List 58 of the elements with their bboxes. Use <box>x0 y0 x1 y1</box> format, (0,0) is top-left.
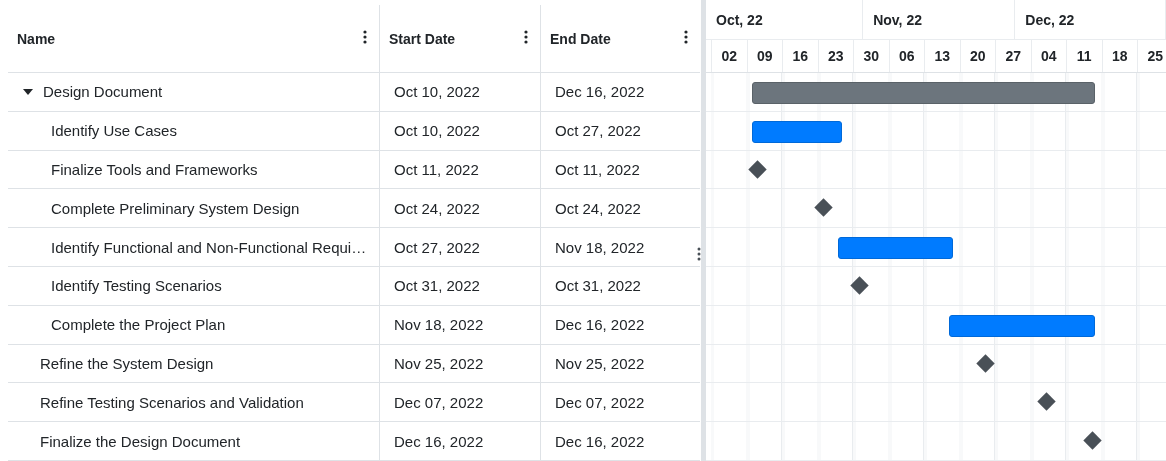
column-header: Start Date <box>389 30 456 47</box>
month-label: Oct, 22 <box>716 11 763 28</box>
start-date: Oct 31, 2022 <box>394 277 480 295</box>
week-label: 18 <box>1111 48 1128 65</box>
task-name: Complete the Project Plan <box>51 316 226 334</box>
task-name: Identify Use Cases <box>51 122 177 140</box>
week-label: 06 <box>898 48 915 65</box>
task-bar[interactable] <box>949 314 1096 337</box>
task-bar[interactable] <box>837 237 954 260</box>
summary-bar[interactable] <box>751 82 1096 105</box>
end-date: Nov 18, 2022 <box>555 238 645 256</box>
column-header: End Date <box>550 30 611 47</box>
week-label: 02 <box>721 48 738 65</box>
start-date: Oct 27, 2022 <box>394 238 480 256</box>
splitter-grip-icon[interactable] <box>697 246 701 262</box>
week-label: 13 <box>934 48 951 65</box>
start-date: Nov 18, 2022 <box>394 316 484 334</box>
start-date: Dec 16, 2022 <box>394 432 484 450</box>
week-label: 30 <box>863 48 880 65</box>
week-label: 11 <box>1076 48 1092 65</box>
start-date: Oct 10, 2022 <box>394 122 480 140</box>
task-name: Identify Testing Scenarios <box>51 277 222 295</box>
column-header: Name <box>17 30 56 47</box>
task-name: Finalize Tools and Frameworks <box>51 161 258 178</box>
week-label: 04 <box>1040 48 1057 65</box>
column-menu-icon[interactable] <box>684 29 688 44</box>
week-label: 09 <box>756 48 773 65</box>
end-date: Oct 27, 2022 <box>555 122 641 140</box>
column-menu-icon[interactable] <box>524 29 528 44</box>
month-label: Nov, 22 <box>873 11 922 28</box>
week-label: 23 <box>827 48 844 65</box>
end-date: Dec 16, 2022 <box>555 432 645 450</box>
end-date: Dec 16, 2022 <box>555 83 645 101</box>
end-date: Dec 16, 2022 <box>555 316 645 334</box>
month-label: Dec, 22 <box>1025 11 1075 28</box>
task-name: Complete Preliminary System Design <box>51 199 300 217</box>
start-date: Oct 11, 2022 <box>394 161 479 178</box>
week-label: 16 <box>792 48 809 65</box>
column-menu-icon[interactable] <box>363 29 367 44</box>
end-date: Oct 24, 2022 <box>555 199 641 217</box>
task-name: Refine the System Design <box>40 354 214 372</box>
end-date: Nov 25, 2022 <box>555 354 645 372</box>
week-label: 25 <box>1147 48 1164 65</box>
caret-icon[interactable] <box>23 88 33 95</box>
start-date: Oct 10, 2022 <box>394 83 480 101</box>
start-date: Oct 24, 2022 <box>394 199 480 217</box>
start-date: Dec 07, 2022 <box>394 393 484 411</box>
task-name: Design Document <box>43 83 163 101</box>
task-name: Identify Functional and Non-Functional Requi… <box>51 238 367 256</box>
week-label: 20 <box>969 48 986 65</box>
end-date: Oct 31, 2022 <box>555 277 641 295</box>
end-date: Dec 07, 2022 <box>555 393 645 411</box>
task-name: Finalize the Design Document <box>40 432 241 450</box>
task-bar[interactable] <box>751 120 842 143</box>
start-date: Nov 25, 2022 <box>394 354 484 372</box>
end-date: Oct 11, 2022 <box>555 161 640 178</box>
task-name: Refine Testing Scenarios and Validation <box>40 393 304 411</box>
week-label: 27 <box>1005 48 1022 65</box>
